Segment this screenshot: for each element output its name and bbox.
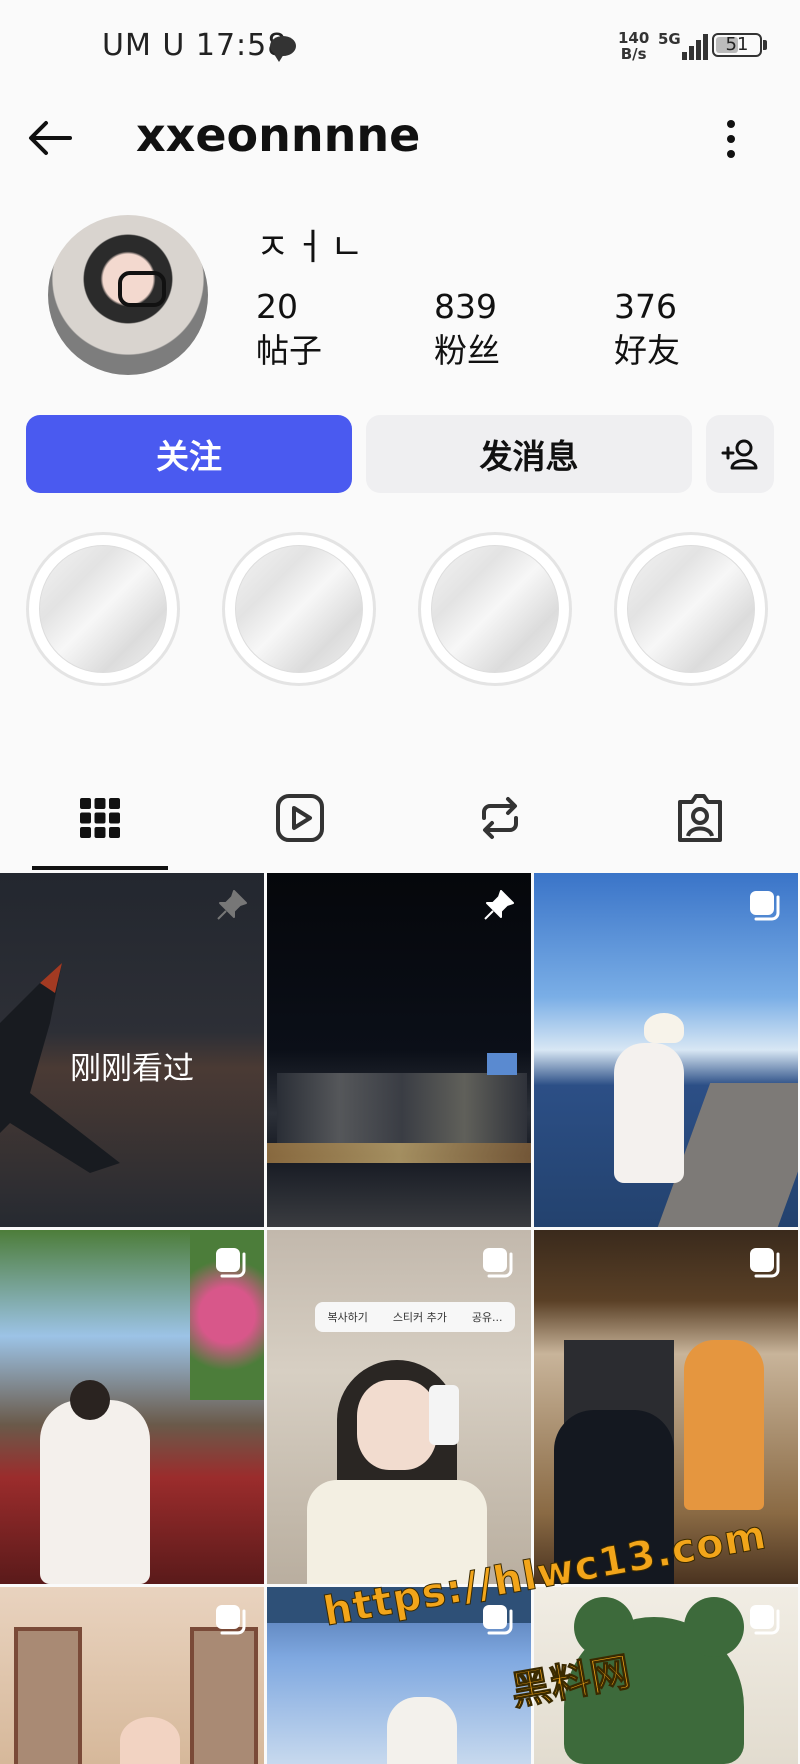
multi-photo-icon bbox=[216, 1605, 246, 1635]
stat-followers-value: 839 bbox=[434, 287, 497, 326]
tip-add-sticker: 스티커 추가 bbox=[392, 1311, 447, 1324]
tagged-tab-icon[interactable] bbox=[670, 788, 730, 848]
post-thumbnail[interactable] bbox=[534, 873, 798, 1227]
reels-tab-icon[interactable] bbox=[270, 788, 330, 848]
multi-photo-icon bbox=[750, 891, 780, 921]
story-highlight[interactable] bbox=[614, 532, 768, 686]
profile-avatar[interactable] bbox=[48, 215, 208, 375]
multi-photo-icon bbox=[216, 1248, 246, 1278]
profile-username: xxeonnnne bbox=[136, 108, 421, 162]
stat-posts-value: 20 bbox=[256, 287, 298, 326]
signal-icon bbox=[672, 30, 708, 60]
multi-photo-icon bbox=[483, 1248, 513, 1278]
stat-friends-label: 好友 bbox=[614, 331, 680, 370]
battery-level: 51 bbox=[725, 34, 749, 55]
pin-icon bbox=[217, 890, 247, 920]
status-time: UM U 17:58 bbox=[102, 28, 288, 63]
network-speed: 140 B/s bbox=[618, 29, 650, 63]
status-bar: UM U 17:58 140 B/s 5G 51 bbox=[0, 0, 800, 96]
message-button[interactable]: 发消息 bbox=[366, 415, 692, 493]
back-arrow-icon[interactable] bbox=[24, 112, 76, 164]
multi-photo-icon bbox=[750, 1248, 780, 1278]
grid-tab-icon[interactable] bbox=[70, 788, 130, 848]
story-highlight[interactable] bbox=[26, 532, 180, 686]
add-person-icon bbox=[721, 439, 758, 470]
tip-copy: 복사하기 bbox=[327, 1311, 368, 1324]
add-friend-button[interactable] bbox=[706, 415, 774, 493]
pin-icon bbox=[484, 890, 514, 920]
post-thumbnail[interactable]: 복사하기 스티커 추가 공유... bbox=[267, 1230, 531, 1584]
stat-posts[interactable]: 20 帖子 bbox=[256, 285, 322, 373]
stat-friends[interactable]: 376 好友 bbox=[614, 285, 680, 373]
story-highlight[interactable] bbox=[222, 532, 376, 686]
stat-posts-label: 帖子 bbox=[256, 331, 322, 370]
repost-tab-icon[interactable] bbox=[470, 788, 530, 848]
recently-viewed-label: 刚刚看过 bbox=[70, 1051, 194, 1087]
message-notification-icon bbox=[270, 36, 296, 62]
battery-icon: 51 bbox=[712, 33, 762, 57]
active-tab-indicator bbox=[32, 866, 168, 870]
display-name: ㅈㅓㄴ bbox=[256, 227, 368, 268]
stat-followers[interactable]: 839 粉丝 bbox=[434, 285, 500, 373]
tip-share: 공유... bbox=[471, 1311, 503, 1324]
story-highlight[interactable] bbox=[418, 532, 572, 686]
post-thumbnail[interactable] bbox=[0, 1587, 264, 1764]
post-thumbnail[interactable]: 刚刚看过 bbox=[0, 873, 264, 1227]
follow-button[interactable]: 关注 bbox=[26, 415, 352, 493]
stat-friends-value: 376 bbox=[614, 287, 677, 326]
post-thumbnail[interactable] bbox=[267, 873, 531, 1227]
more-options-icon[interactable] bbox=[716, 116, 746, 162]
stat-followers-label: 粉丝 bbox=[434, 331, 500, 370]
post-thumbnail[interactable] bbox=[0, 1230, 264, 1584]
context-menu-tip: 복사하기 스티커 추가 공유... bbox=[315, 1302, 515, 1332]
multi-photo-icon bbox=[750, 1605, 780, 1635]
